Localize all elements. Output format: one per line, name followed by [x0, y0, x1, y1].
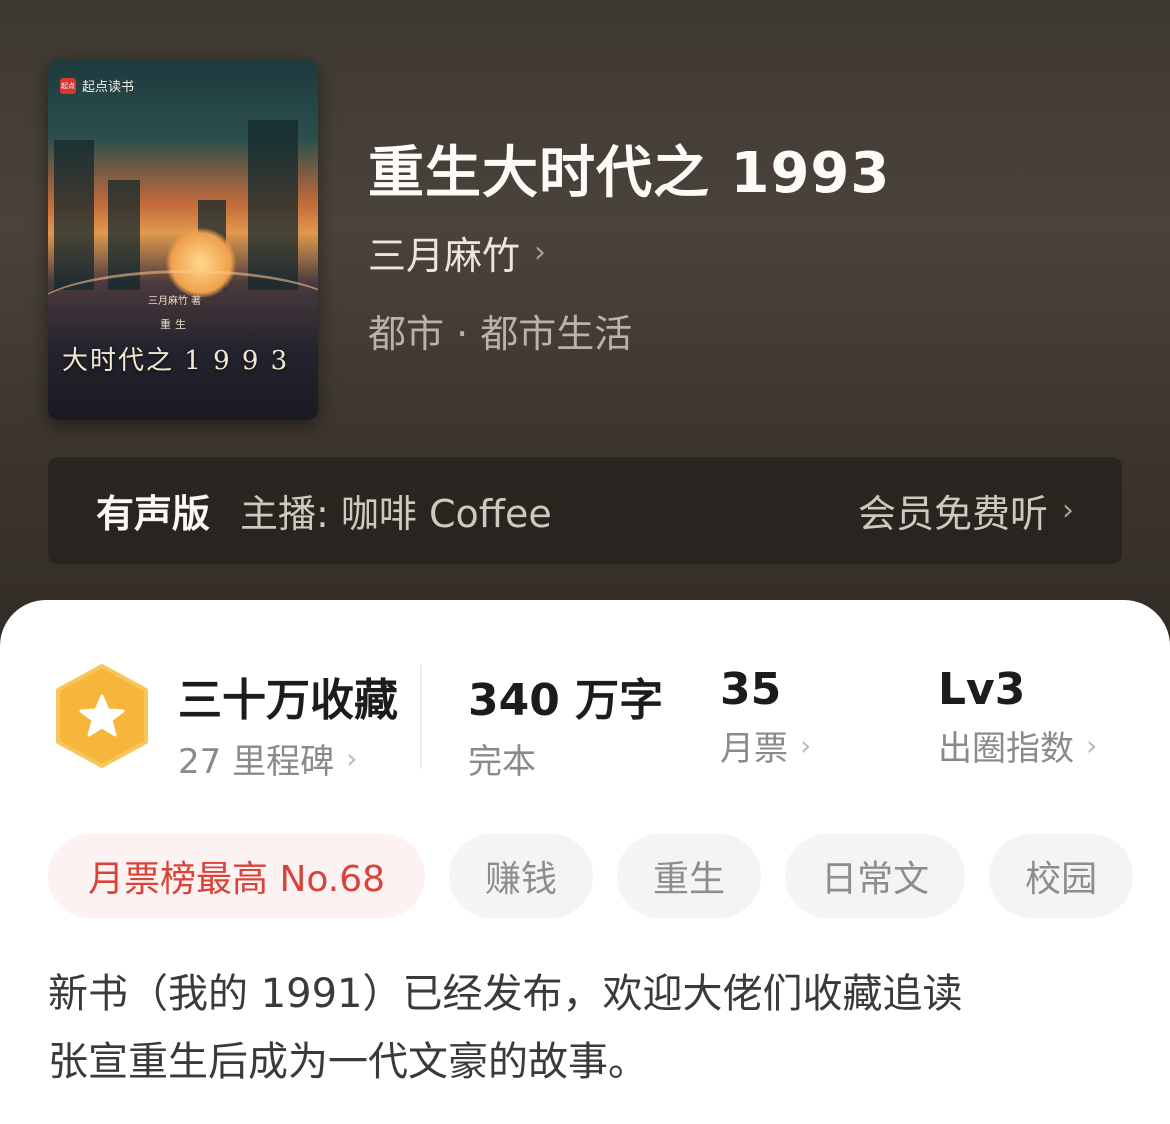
member-listen-label: 会员免费听 — [857, 492, 1048, 536]
influence-value: Lv3 — [938, 664, 1026, 715]
book-title: 重生大时代之 1993 — [368, 141, 891, 206]
word-count-value: 340 万字 — [468, 675, 664, 726]
chevron-right-icon: › — [1062, 493, 1074, 528]
milestone-link[interactable]: 27 里程碑 › — [178, 734, 398, 783]
tag-item[interactable]: 赚钱 — [449, 834, 594, 918]
cover-building — [54, 140, 94, 290]
tag-list: 月票榜最高 No.68 赚钱 重生 日常文 校园 — [48, 834, 1134, 918]
description-line: 新书（我的 1991）已经发布，欢迎大佬们收藏追读 — [48, 971, 963, 1017]
cover-tag: 重生 — [160, 318, 190, 331]
cover-brand-label: 起点读书 — [82, 80, 135, 95]
cover-author: 三月麻竹 著 — [148, 296, 202, 307]
audio-host: 主播: 咖啡 Coffee — [240, 492, 552, 536]
book-description[interactable]: 新书（我的 1991）已经发布，欢迎大佬们收藏追读 张宣重生后成为一代文豪的故事… — [48, 960, 1128, 1096]
chevron-right-icon: › — [1086, 729, 1098, 762]
cover-building — [248, 120, 298, 290]
tag-item[interactable]: 校园 — [989, 834, 1134, 918]
cover-title: 大时代之 1 9 9 3 — [62, 346, 290, 376]
monthly-tickets-link[interactable]: 月票 › — [720, 721, 811, 770]
influence-label: 出圈指数 — [938, 729, 1074, 769]
favorites-value: 三十万收藏 — [178, 675, 398, 726]
monthly-tickets-value: 35 — [720, 664, 782, 715]
book-cover[interactable]: 起点 起点读书 三月麻竹 著 重生 大时代之 1 9 9 3 — [48, 60, 318, 420]
book-genre: 都市 · 都市生活 — [368, 312, 633, 356]
star-hexagon-icon[interactable] — [50, 662, 154, 770]
stat-words: 340 万字 完本 — [468, 664, 663, 783]
stat-monthly-tickets[interactable]: 35 月票 › — [720, 664, 811, 770]
monthly-tickets-label: 月票 — [720, 729, 788, 769]
author-name: 三月麻竹 — [368, 234, 521, 278]
stat-influence[interactable]: Lv3 出圈指数 › — [938, 664, 1097, 770]
author-link[interactable]: 三月麻竹 › — [368, 225, 546, 280]
stat-favorites[interactable]: 三十万收藏 27 里程碑 › — [178, 664, 398, 783]
tag-item[interactable]: 重生 — [617, 834, 762, 918]
audio-badge: 有声版 — [96, 492, 211, 536]
audio-version-bar[interactable]: 有声版 主播: 咖啡 Coffee 会员免费听 › — [48, 457, 1122, 564]
member-listen-link[interactable]: 会员免费听 › — [858, 483, 1074, 538]
chevron-right-icon: › — [800, 729, 812, 762]
chevron-right-icon: › — [346, 742, 358, 775]
cover-brand: 起点 起点读书 — [60, 76, 134, 95]
qidian-logo-icon: 起点 — [60, 77, 76, 94]
description-line: 张宣重生后成为一代文豪的故事。 — [48, 1039, 648, 1085]
influence-link[interactable]: 出圈指数 › — [938, 721, 1097, 770]
status-label: 完本 — [468, 742, 536, 782]
tag-item[interactable]: 日常文 — [785, 834, 966, 918]
milestone-label: 27 里程碑 — [178, 742, 335, 782]
tag-ranking[interactable]: 月票榜最高 No.68 — [48, 834, 426, 918]
chevron-right-icon: › — [534, 235, 547, 270]
stats-divider — [420, 665, 422, 769]
